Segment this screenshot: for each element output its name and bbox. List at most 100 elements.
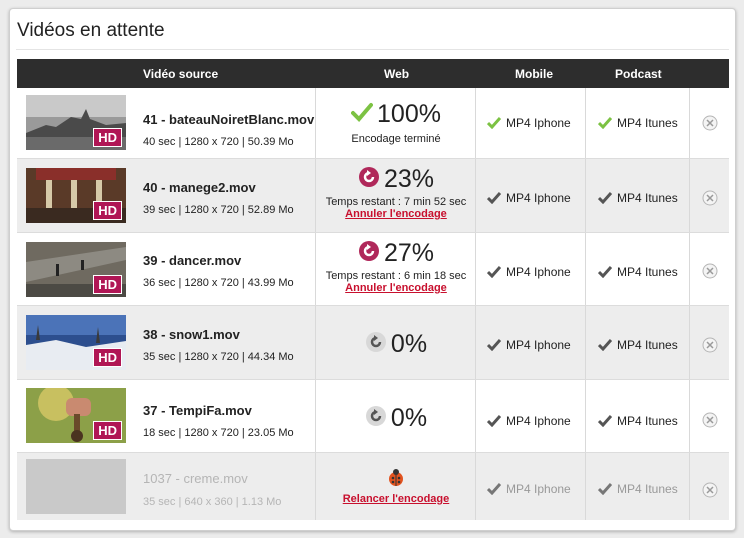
check-icon — [486, 192, 502, 205]
video-meta: 36 sec | 1280 x 720 | 43.99 Mo — [143, 277, 294, 289]
close-icon — [702, 115, 718, 131]
web-status: 27% Temps restant : 6 min 18 sec Annuler… — [317, 239, 475, 294]
mobile-format-label: MP4 Iphone — [506, 116, 571, 130]
podcast-format-label: MP4 Itunes — [617, 338, 678, 352]
web-status: 0% — [317, 330, 475, 359]
mobile-format-label: MP4 Iphone — [506, 338, 571, 352]
check-icon — [597, 415, 613, 428]
podcast-format-label: MP4 Itunes — [617, 265, 678, 279]
table-row: HD 39 - dancer.mov 36 sec | 1280 x 720 |… — [17, 233, 729, 306]
mobile-format-label: MP4 Iphone — [506, 265, 571, 279]
podcast-format-label: MP4 Itunes — [617, 482, 678, 496]
check-icon — [597, 483, 613, 496]
table-row: HD 41 - bateauNoiretBlanc.mov 40 sec | 1… — [17, 88, 729, 159]
check-icon — [486, 339, 502, 352]
web-percent: 23% — [383, 165, 435, 193]
video-thumbnail[interactable]: HD — [26, 315, 126, 370]
panel-title: Vidéos en attente — [17, 20, 165, 41]
check-icon — [486, 483, 502, 496]
check-icon — [486, 117, 502, 130]
web-percent: 100% — [377, 100, 441, 128]
web-percent: 27% — [383, 239, 435, 267]
col-source-header: Vidéo source — [143, 67, 219, 81]
web-status: Relancer l'encodage — [317, 467, 475, 505]
close-icon — [702, 337, 718, 353]
video-name: 38 - snow1.mov — [143, 327, 240, 342]
mobile-format-label: MP4 Iphone — [506, 191, 571, 205]
web-status: 100% Encodage terminé — [317, 100, 475, 145]
video-thumbnail[interactable]: HD — [26, 388, 126, 443]
mobile-format: MP4 Iphone — [486, 191, 571, 205]
remove-button[interactable] — [702, 482, 718, 498]
remove-button[interactable] — [702, 263, 718, 279]
table-row: HD 37 - TempiFa.mov 18 sec | 1280 x 720 … — [17, 380, 729, 453]
podcast-format-label: MP4 Itunes — [617, 414, 678, 428]
podcast-format: MP4 Itunes — [597, 414, 678, 428]
mobile-format: MP4 Iphone — [486, 338, 571, 352]
video-meta: 18 sec | 1280 x 720 | 23.05 Mo — [143, 427, 294, 439]
close-icon — [702, 190, 718, 206]
web-status: 23% Temps restant : 7 min 52 sec Annuler… — [317, 165, 475, 220]
remaining-time: Temps restant : 6 min 18 sec — [325, 270, 467, 282]
table-row: HD 38 - snow1.mov 35 sec | 1280 x 720 | … — [17, 306, 729, 380]
remaining-time: Temps restant : 7 min 52 sec — [325, 196, 467, 208]
remove-button[interactable] — [702, 337, 718, 353]
encoding-progress-icon — [358, 166, 380, 193]
check-icon — [597, 192, 613, 205]
col-mobile-header: Mobile — [515, 67, 553, 81]
video-thumbnail[interactable]: HD — [26, 95, 126, 150]
video-name: 39 - dancer.mov — [143, 253, 242, 268]
video-name: 1037 - creme.mov — [143, 471, 248, 486]
cancel-encoding-link[interactable]: Annuler l'encodage — [317, 282, 475, 294]
mobile-format: MP4 Iphone — [486, 265, 571, 279]
video-meta: 39 sec | 1280 x 720 | 52.89 Mo — [143, 204, 294, 216]
mobile-format-label: MP4 Iphone — [506, 414, 571, 428]
check-icon — [486, 266, 502, 279]
check-icon — [486, 415, 502, 428]
remove-button[interactable] — [702, 115, 718, 131]
hd-badge: HD — [93, 128, 122, 147]
title-divider — [16, 49, 729, 50]
video-meta: 40 sec | 1280 x 720 | 50.39 Mo — [143, 136, 294, 148]
mobile-format: MP4 Iphone — [486, 482, 571, 496]
podcast-format-label: MP4 Itunes — [617, 191, 678, 205]
video-thumbnail[interactable]: HD — [26, 242, 126, 297]
check-icon — [597, 266, 613, 279]
mobile-format: MP4 Iphone — [486, 414, 571, 428]
cancel-encoding-link[interactable]: Annuler l'encodage — [317, 208, 475, 220]
web-percent: 0% — [390, 330, 428, 358]
podcast-format: MP4 Itunes — [597, 265, 678, 279]
close-icon — [702, 263, 718, 279]
podcast-format: MP4 Itunes — [597, 116, 678, 130]
close-icon — [702, 412, 718, 428]
table-row: HD 40 - manege2.mov 39 sec | 1280 x 720 … — [17, 159, 729, 233]
hd-badge: HD — [93, 348, 122, 367]
podcast-format: MP4 Itunes — [597, 338, 678, 352]
pending-icon — [365, 405, 387, 432]
table-row: 1037 - creme.mov 35 sec | 640 x 360 | 1.… — [17, 453, 729, 520]
mobile-format-label: MP4 Iphone — [506, 482, 571, 496]
close-icon — [702, 482, 718, 498]
web-status: 0% — [317, 404, 475, 433]
restart-encoding-link[interactable]: Relancer l'encodage — [317, 493, 475, 505]
table-header: Vidéo source Web Mobile Podcast — [17, 59, 729, 88]
remove-button[interactable] — [702, 190, 718, 206]
video-name: 40 - manege2.mov — [143, 180, 256, 195]
hd-badge: HD — [93, 201, 122, 220]
web-percent: 0% — [390, 404, 428, 432]
pending-icon — [365, 331, 387, 358]
check-icon — [597, 339, 613, 352]
remove-button[interactable] — [702, 412, 718, 428]
check-icon — [597, 117, 613, 130]
encoding-progress-icon — [358, 240, 380, 267]
web-status-text: Encodage terminé — [351, 133, 441, 145]
hd-badge: HD — [93, 421, 122, 440]
col-web-header: Web — [384, 67, 410, 81]
bug-icon — [317, 467, 475, 491]
check-icon — [351, 102, 374, 127]
video-name: 37 - TempiFa.mov — [143, 403, 252, 418]
col-podcast-header: Podcast — [615, 67, 662, 81]
video-meta: 35 sec | 1280 x 720 | 44.34 Mo — [143, 351, 294, 363]
video-thumbnail[interactable]: HD — [26, 168, 126, 223]
podcast-format-label: MP4 Itunes — [617, 116, 678, 130]
